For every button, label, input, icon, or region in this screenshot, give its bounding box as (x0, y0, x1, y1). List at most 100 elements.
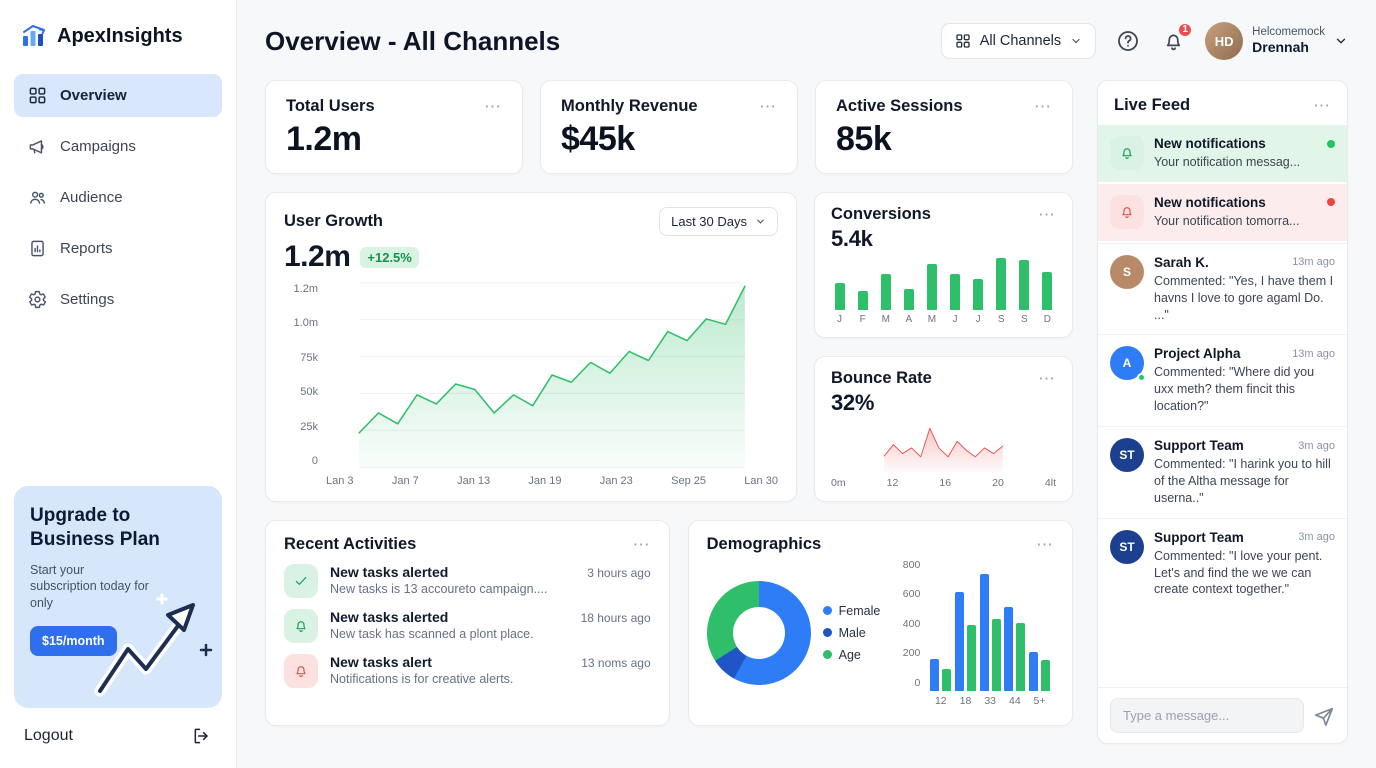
stat-card: Total Users⋯1.2m (265, 80, 523, 174)
y-tick: 200 (903, 647, 921, 659)
sidebar-item-label: Campaigns (60, 138, 136, 155)
user-growth-value: 1.2m (284, 240, 350, 274)
date-range-label: Last 30 Days (671, 214, 747, 229)
brand[interactable]: ApexInsights (14, 16, 222, 74)
y-tick: 800 (903, 559, 921, 571)
bar (950, 274, 960, 310)
conversions-value: 5.4k (831, 226, 1056, 252)
bar-group: 12 (930, 559, 951, 707)
date-range-selector[interactable]: Last 30 Days (659, 207, 778, 236)
x-tick: 0m (831, 477, 846, 489)
mid-grid: User Growth Last 30 Days 1.2m +12.5% 1.2… (265, 192, 1073, 502)
feed-time: 13m ago (1292, 256, 1335, 268)
sidebar-item-reports[interactable]: Reports (14, 227, 222, 270)
user-name-line2: Drennah (1252, 39, 1325, 57)
status-dot (1327, 140, 1335, 148)
recent-activities-title: Recent Activities (284, 535, 416, 554)
feed-item[interactable]: SSarah K.13m agoCommented: "Yes, I have … (1098, 243, 1347, 335)
sidebar-item-label: Settings (60, 291, 114, 308)
sidebar: ApexInsights Overview Campaigns Audience Re… (0, 0, 237, 768)
bar (992, 619, 1001, 690)
legend-dot (823, 628, 832, 637)
more-menu-button[interactable]: ⋯ (759, 98, 777, 115)
y-tick: 0 (312, 455, 318, 467)
feed-text: Commented: "I love your pent. Let's and … (1154, 548, 1335, 599)
more-menu-button[interactable]: ⋯ (633, 536, 651, 553)
y-tick: 600 (903, 588, 921, 600)
activity-item[interactable]: New tasks alertedNew task has scanned a … (284, 609, 651, 643)
activity-item[interactable]: New tasks alertedNew tasks is 13 accoure… (284, 564, 651, 598)
bell-icon (1110, 195, 1144, 229)
y-tick: 0 (914, 677, 920, 689)
feed-time: 3m ago (1298, 440, 1335, 452)
x-tick: M (882, 314, 890, 325)
legend-label: Female (839, 604, 881, 618)
sidebar-item-campaigns[interactable]: Campaigns (14, 125, 222, 168)
stat-cards-row: Total Users⋯1.2mMonthly Revenue⋯$45kActi… (265, 80, 1073, 174)
feed-time: 3m ago (1298, 531, 1335, 543)
more-menu-button[interactable]: ⋯ (484, 98, 502, 115)
bar-group: 44 (1004, 559, 1025, 707)
user-name-line1: Helcomemock (1252, 25, 1325, 39)
bar (1016, 623, 1025, 690)
x-tick: S (998, 314, 1005, 325)
upgrade-title: Upgrade to Business Plan (30, 504, 190, 552)
feed-item[interactable]: New notificationsYour notification tomor… (1098, 184, 1347, 241)
more-menu-button[interactable]: ⋯ (1313, 97, 1331, 114)
bar-column: M (877, 258, 894, 325)
more-menu-button[interactable]: ⋯ (1034, 98, 1052, 115)
bottom-grid: Recent Activities ⋯ New tasks alertedNew… (265, 520, 1073, 726)
legend-dot (823, 650, 832, 659)
bar-group: 18 (955, 559, 976, 707)
bar-column: J (970, 258, 987, 325)
activity-description: New task has scanned a plont place. (330, 627, 534, 641)
sidebar-item-label: Audience (60, 189, 123, 206)
channel-selector[interactable]: All Channels (941, 23, 1096, 59)
bell-icon (284, 609, 318, 643)
bar-column: J (946, 258, 963, 325)
activity-title: New tasks alert (330, 654, 513, 670)
bar (955, 592, 964, 691)
chart-legend: FemaleMaleAge (823, 604, 881, 662)
avatar: S (1110, 255, 1144, 289)
activity-item[interactable]: New tasks alertNotifications is for crea… (284, 654, 651, 688)
feed-author: Support Team (1154, 438, 1244, 453)
feed-item[interactable]: STSupport Team3m agoCommented: "I love y… (1098, 518, 1347, 610)
send-button[interactable] (1313, 705, 1335, 727)
bar (996, 258, 1006, 310)
user-growth-title: User Growth (284, 212, 383, 231)
gear-icon (28, 290, 47, 309)
content-grid: Total Users⋯1.2mMonthly Revenue⋯$45kActi… (237, 80, 1376, 768)
feed-item[interactable]: STSupport Team3m agoCommented: "I harink… (1098, 426, 1347, 518)
upgrade-card: Upgrade to Business Plan Start your subs… (14, 486, 222, 708)
bounce-rate-card: Bounce Rate ⋯ 32% 0m1216204lt (814, 356, 1073, 502)
growth-x-axis: Lan 3Jan 7Jan 13Jan 19Jan 23Sep 25Lan 30 (326, 475, 778, 487)
bounce-rate-title: Bounce Rate (831, 369, 932, 388)
feed-author: Support Team (1154, 530, 1244, 545)
feed-item[interactable]: New notificationsYour notification messa… (1098, 125, 1347, 182)
message-input[interactable] (1110, 698, 1304, 733)
logout-button[interactable]: Logout (14, 708, 222, 746)
feed-title: New notifications (1154, 195, 1266, 210)
more-menu-button[interactable]: ⋯ (1038, 206, 1056, 223)
chevron-down-icon (1334, 34, 1348, 48)
feed-item[interactable]: AProject Alpha13m agoCommented: "Where d… (1098, 334, 1347, 426)
sidebar-item-overview[interactable]: Overview (14, 74, 222, 117)
sidebar-item-settings[interactable]: Settings (14, 278, 222, 321)
more-menu-button[interactable]: ⋯ (1036, 536, 1054, 553)
user-menu[interactable]: HD Helcomemock Drennah (1205, 22, 1348, 60)
y-tick: 25k (300, 421, 318, 433)
upgrade-cta-button[interactable]: $15/month (30, 626, 117, 656)
more-menu-button[interactable]: ⋯ (1038, 370, 1056, 387)
megaphone-icon (28, 137, 47, 156)
notifications-button[interactable]: 1 (1160, 28, 1187, 55)
help-button[interactable] (1114, 27, 1142, 55)
conversions-title: Conversions (831, 205, 931, 224)
x-tick: J (976, 314, 981, 325)
x-tick: 20 (992, 477, 1004, 489)
sidebar-item-audience[interactable]: Audience (14, 176, 222, 219)
feed-author: Project Alpha (1154, 346, 1241, 361)
activity-title: New tasks alerted (330, 564, 547, 580)
feed-time: 13m ago (1292, 348, 1335, 360)
logout-icon (192, 726, 212, 746)
